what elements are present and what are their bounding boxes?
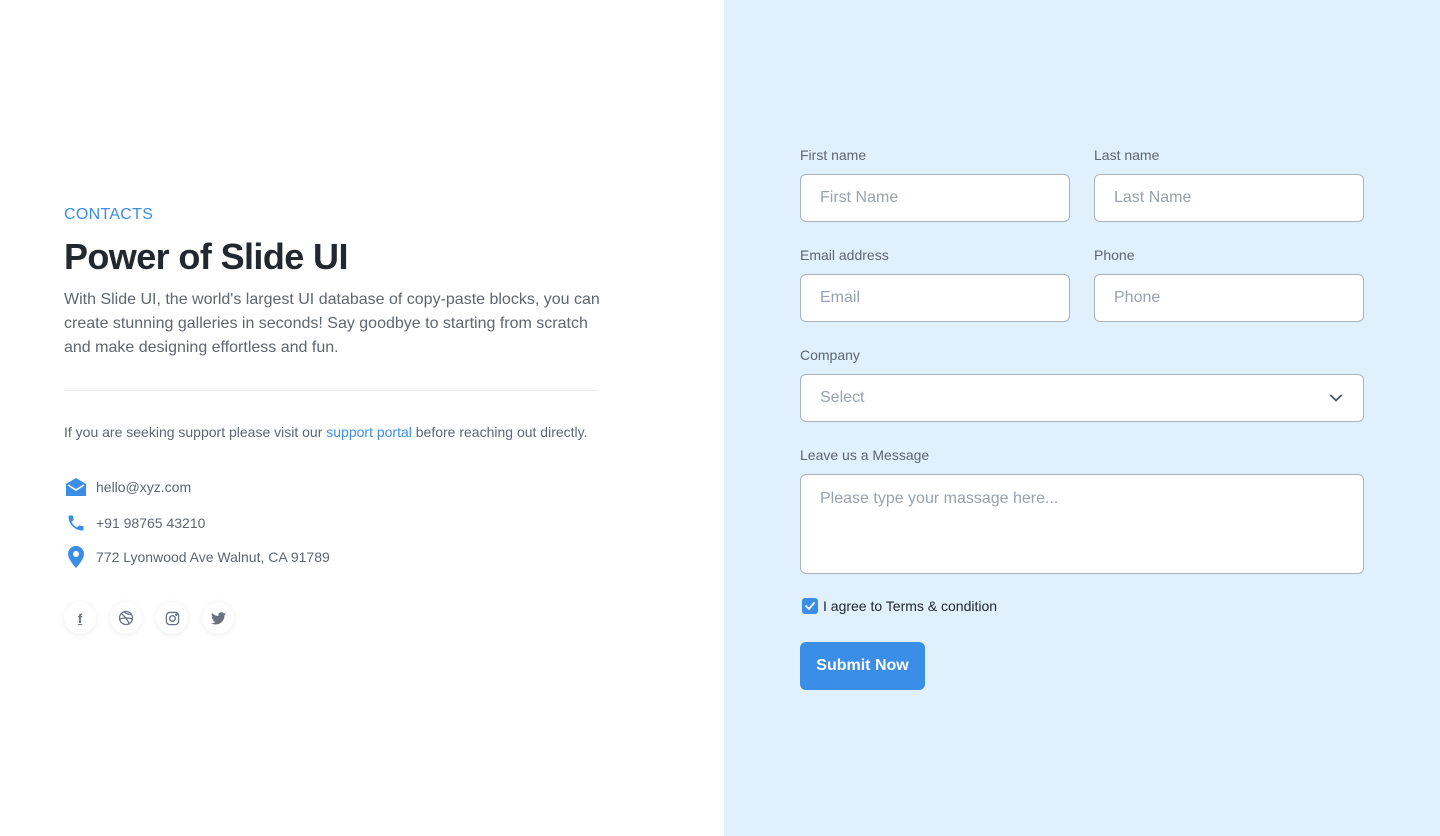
company-select[interactable]: Select — [800, 374, 1364, 422]
last-name-label: Last name — [1094, 147, 1160, 163]
page-title: Power of Slide UI — [64, 236, 348, 277]
instagram-icon[interactable] — [156, 602, 188, 634]
company-label: Company — [800, 347, 860, 363]
divider — [64, 390, 598, 391]
location-pin-icon — [64, 545, 88, 569]
contact-phone-text: +91 98765 43210 — [96, 515, 206, 531]
section-eyebrow: CONTACTS — [64, 206, 154, 223]
email-input[interactable] — [800, 274, 1070, 322]
contact-address: 772 Lyonwood Ave Walnut, CA 91789 — [64, 545, 330, 569]
support-text-after: before reaching out directly. — [411, 424, 588, 440]
terms-label: I agree to Terms & condition — [823, 598, 998, 614]
contact-info-panel: CONTACTS Power of Slide UI With Slide UI… — [0, 0, 724, 836]
contact-email: hello@xyz.com — [64, 475, 191, 499]
social-links: f — [64, 602, 234, 634]
mail-icon — [64, 475, 88, 499]
submit-button[interactable]: Submit Now — [800, 642, 925, 690]
contact-address-text: 772 Lyonwood Ave Walnut, CA 91789 — [96, 549, 330, 565]
support-text: If you are seeking support please visit … — [64, 424, 588, 440]
terms-checkbox[interactable] — [802, 598, 818, 614]
phone-label: Phone — [1094, 247, 1135, 263]
first-name-label: First name — [800, 147, 867, 163]
twitter-icon[interactable] — [202, 602, 234, 634]
chevron-down-icon — [1329, 391, 1343, 410]
last-name-input[interactable] — [1094, 174, 1364, 222]
support-portal-link[interactable]: support portal — [326, 424, 412, 440]
contact-email-text: hello@xyz.com — [96, 479, 192, 495]
page-description: With Slide UI, the world's largest UI da… — [64, 291, 600, 356]
facebook-glyph: f — [77, 610, 83, 626]
dribbble-icon[interactable] — [110, 602, 142, 634]
phone-icon — [64, 511, 88, 535]
facebook-icon[interactable]: f — [64, 602, 96, 634]
support-text-before: If you are seeking support please visit … — [64, 424, 327, 440]
phone-input[interactable] — [1094, 274, 1364, 322]
terms-agreement: I agree to Terms & condition — [802, 598, 997, 614]
first-name-input[interactable] — [800, 174, 1070, 222]
message-textarea[interactable] — [800, 474, 1364, 574]
message-label: Leave us a Message — [800, 447, 930, 463]
company-select-value: Select — [820, 389, 865, 406]
email-label: Email address — [800, 247, 889, 263]
contact-phone: +91 98765 43210 — [64, 511, 205, 535]
